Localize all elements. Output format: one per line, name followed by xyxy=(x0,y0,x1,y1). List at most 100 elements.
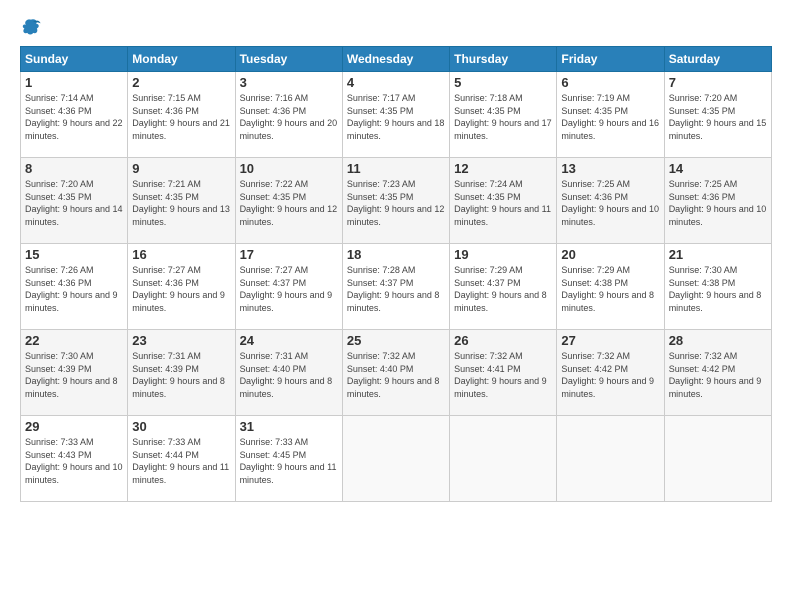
table-row: 9 Sunrise: 7:21 AMSunset: 4:35 PMDaylight… xyxy=(128,158,235,244)
day-info: Sunrise: 7:32 AMSunset: 4:42 PMDaylight:… xyxy=(669,350,767,400)
col-sunday: Sunday xyxy=(21,47,128,72)
table-row: 19 Sunrise: 7:29 AMSunset: 4:37 PMDayligh… xyxy=(450,244,557,330)
table-row: 13 Sunrise: 7:25 AMSunset: 4:36 PMDayligh… xyxy=(557,158,664,244)
day-number: 7 xyxy=(669,75,767,90)
day-info: Sunrise: 7:14 AMSunset: 4:36 PMDaylight:… xyxy=(25,92,123,142)
day-number: 14 xyxy=(669,161,767,176)
table-row: 21Sunrise: 7:30 AMSunset: 4:38 PMDayligh… xyxy=(664,244,771,330)
day-number: 23 xyxy=(132,333,230,348)
table-row: 5Sunrise: 7:18 AMSunset: 4:35 PMDaylight… xyxy=(450,72,557,158)
day-number: 17 xyxy=(240,247,338,262)
day-number: 30 xyxy=(132,419,230,434)
day-info: Sunrise: 7:20 AMSunset: 4:35 PMDaylight:… xyxy=(669,92,767,142)
table-row: 12 Sunrise: 7:24 AMSunset: 4:35 PMDayligh… xyxy=(450,158,557,244)
col-thursday: Thursday xyxy=(450,47,557,72)
day-info: Sunrise: 7:29 AMSunset: 4:37 PMDaylight:… xyxy=(454,264,552,314)
day-info: Sunrise: 7:15 AMSunset: 4:36 PMDaylight:… xyxy=(132,92,230,142)
day-number: 22 xyxy=(25,333,123,348)
day-number: 6 xyxy=(561,75,659,90)
col-monday: Monday xyxy=(128,47,235,72)
day-info: Sunrise: 7:29 AMSunset: 4:38 PMDaylight:… xyxy=(561,264,659,314)
day-number: 11 xyxy=(347,161,445,176)
day-number: 18 xyxy=(347,247,445,262)
day-number: 4 xyxy=(347,75,445,90)
day-number: 20 xyxy=(561,247,659,262)
calendar-header: Sunday Monday Tuesday Wednesday Thursday… xyxy=(21,47,772,72)
table-row: 22 Sunrise: 7:30 AMSunset: 4:39 PMDayligh… xyxy=(21,330,128,416)
table-row: 20 Sunrise: 7:29 AMSunset: 4:38 PMDayligh… xyxy=(557,244,664,330)
day-info: Sunrise: 7:18 AMSunset: 4:35 PMDaylight:… xyxy=(454,92,552,142)
col-tuesday: Tuesday xyxy=(235,47,342,72)
day-number: 21 xyxy=(669,247,767,262)
table-row: 14 Sunrise: 7:25 AMSunset: 4:36 PMDayligh… xyxy=(664,158,771,244)
day-number: 29 xyxy=(25,419,123,434)
day-info: Sunrise: 7:27 AMSunset: 4:37 PMDaylight:… xyxy=(240,264,338,314)
day-info: Sunrise: 7:33 AMSunset: 4:43 PMDaylight:… xyxy=(25,436,123,486)
day-number: 16 xyxy=(132,247,230,262)
table-row xyxy=(557,416,664,502)
day-number: 12 xyxy=(454,161,552,176)
table-row xyxy=(342,416,449,502)
table-row: 29 Sunrise: 7:33 AMSunset: 4:43 PMDayligh… xyxy=(21,416,128,502)
day-number: 28 xyxy=(669,333,767,348)
day-info: Sunrise: 7:25 AMSunset: 4:36 PMDaylight:… xyxy=(561,178,659,228)
table-row: 1 Sunrise: 7:14 AMSunset: 4:36 PMDaylight… xyxy=(21,72,128,158)
day-number: 19 xyxy=(454,247,552,262)
day-number: 8 xyxy=(25,161,123,176)
day-info: Sunrise: 7:30 AMSunset: 4:39 PMDaylight:… xyxy=(25,350,123,400)
table-row: 6Sunrise: 7:19 AMSunset: 4:35 PMDaylight… xyxy=(557,72,664,158)
day-info: Sunrise: 7:32 AMSunset: 4:41 PMDaylight:… xyxy=(454,350,552,400)
logo-bird-icon xyxy=(20,16,42,38)
table-row: 16 Sunrise: 7:27 AMSunset: 4:36 PMDayligh… xyxy=(128,244,235,330)
day-number: 26 xyxy=(454,333,552,348)
table-row xyxy=(664,416,771,502)
table-row: 27Sunrise: 7:32 AMSunset: 4:42 PMDayligh… xyxy=(557,330,664,416)
day-number: 2 xyxy=(132,75,230,90)
table-row: 24 Sunrise: 7:31 AMSunset: 4:40 PMDayligh… xyxy=(235,330,342,416)
day-info: Sunrise: 7:33 AMSunset: 4:44 PMDaylight:… xyxy=(132,436,230,486)
table-row: 26 Sunrise: 7:32 AMSunset: 4:41 PMDayligh… xyxy=(450,330,557,416)
header xyxy=(20,16,772,38)
day-number: 10 xyxy=(240,161,338,176)
week-row-4: 22 Sunrise: 7:30 AMSunset: 4:39 PMDayligh… xyxy=(21,330,772,416)
table-row: 15Sunrise: 7:26 AMSunset: 4:36 PMDayligh… xyxy=(21,244,128,330)
calendar-body: 1 Sunrise: 7:14 AMSunset: 4:36 PMDaylight… xyxy=(21,72,772,502)
day-info: Sunrise: 7:26 AMSunset: 4:36 PMDaylight:… xyxy=(25,264,123,314)
day-number: 27 xyxy=(561,333,659,348)
col-saturday: Saturday xyxy=(664,47,771,72)
day-number: 31 xyxy=(240,419,338,434)
table-row: 17 Sunrise: 7:27 AMSunset: 4:37 PMDayligh… xyxy=(235,244,342,330)
table-row: 25 Sunrise: 7:32 AMSunset: 4:40 PMDayligh… xyxy=(342,330,449,416)
day-number: 1 xyxy=(25,75,123,90)
table-row xyxy=(450,416,557,502)
day-info: Sunrise: 7:31 AMSunset: 4:40 PMDaylight:… xyxy=(240,350,338,400)
header-row: Sunday Monday Tuesday Wednesday Thursday… xyxy=(21,47,772,72)
week-row-1: 1 Sunrise: 7:14 AMSunset: 4:36 PMDaylight… xyxy=(21,72,772,158)
day-info: Sunrise: 7:20 AMSunset: 4:35 PMDaylight:… xyxy=(25,178,123,228)
day-info: Sunrise: 7:24 AMSunset: 4:35 PMDaylight:… xyxy=(454,178,552,228)
day-number: 13 xyxy=(561,161,659,176)
logo xyxy=(20,16,44,38)
day-info: Sunrise: 7:21 AMSunset: 4:35 PMDaylight:… xyxy=(132,178,230,228)
day-number: 25 xyxy=(347,333,445,348)
day-number: 24 xyxy=(240,333,338,348)
day-info: Sunrise: 7:17 AMSunset: 4:35 PMDaylight:… xyxy=(347,92,445,142)
day-info: Sunrise: 7:23 AMSunset: 4:35 PMDaylight:… xyxy=(347,178,445,228)
col-wednesday: Wednesday xyxy=(342,47,449,72)
day-info: Sunrise: 7:32 AMSunset: 4:40 PMDaylight:… xyxy=(347,350,445,400)
table-row: 3Sunrise: 7:16 AMSunset: 4:36 PMDaylight… xyxy=(235,72,342,158)
day-info: Sunrise: 7:27 AMSunset: 4:36 PMDaylight:… xyxy=(132,264,230,314)
table-row: 18Sunrise: 7:28 AMSunset: 4:37 PMDayligh… xyxy=(342,244,449,330)
day-number: 9 xyxy=(132,161,230,176)
table-row: 4 Sunrise: 7:17 AMSunset: 4:35 PMDaylight… xyxy=(342,72,449,158)
day-info: Sunrise: 7:16 AMSunset: 4:36 PMDaylight:… xyxy=(240,92,338,142)
day-info: Sunrise: 7:25 AMSunset: 4:36 PMDaylight:… xyxy=(669,178,767,228)
table-row: 2 Sunrise: 7:15 AMSunset: 4:36 PMDaylight… xyxy=(128,72,235,158)
day-info: Sunrise: 7:31 AMSunset: 4:39 PMDaylight:… xyxy=(132,350,230,400)
week-row-5: 29 Sunrise: 7:33 AMSunset: 4:43 PMDayligh… xyxy=(21,416,772,502)
week-row-2: 8 Sunrise: 7:20 AMSunset: 4:35 PMDaylight… xyxy=(21,158,772,244)
table-row: 11 Sunrise: 7:23 AMSunset: 4:35 PMDayligh… xyxy=(342,158,449,244)
table-row: 31Sunrise: 7:33 AMSunset: 4:45 PMDayligh… xyxy=(235,416,342,502)
table-row: 8 Sunrise: 7:20 AMSunset: 4:35 PMDaylight… xyxy=(21,158,128,244)
table-row: 7 Sunrise: 7:20 AMSunset: 4:35 PMDaylight… xyxy=(664,72,771,158)
